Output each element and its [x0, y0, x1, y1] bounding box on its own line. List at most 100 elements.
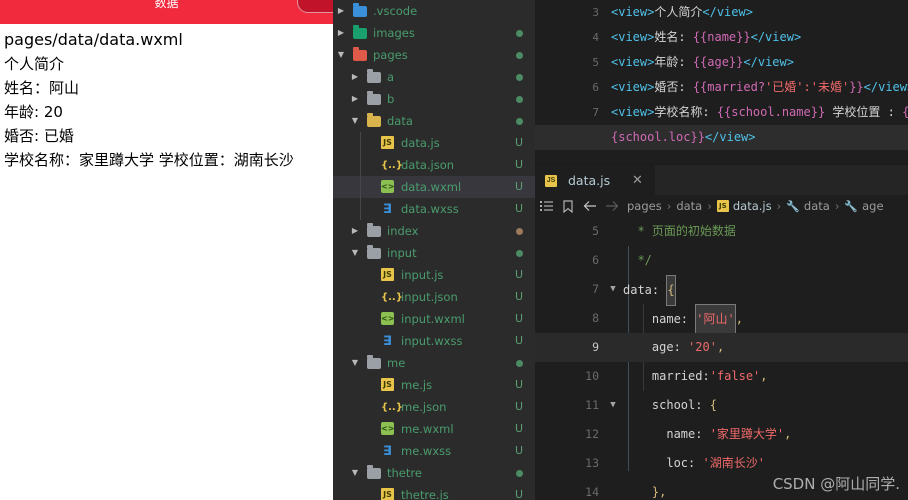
tree-item-input-js[interactable]: JS input.js U — [333, 264, 535, 286]
tree-item-b[interactable]: ▶ b — [333, 88, 535, 110]
chevron-down-icon[interactable]: ▼ — [335, 44, 347, 66]
tree-item-pages[interactable]: ▼ pages — [333, 44, 535, 66]
tree-item-me-wxss[interactable]: ∃ me.wxss U — [333, 440, 535, 462]
breadcrumb-separator: › — [776, 199, 782, 213]
tree-item-label: input.wxss — [401, 334, 463, 348]
list-icon[interactable] — [535, 195, 557, 217]
tree-item-label: data.wxss — [401, 202, 459, 216]
code-token: {{school.name}} — [716, 105, 826, 119]
tree-item-label: images — [373, 26, 415, 40]
code-token: {{name}} — [692, 30, 751, 44]
breadcrumb-item-data[interactable]: data — [676, 199, 702, 213]
tree-item-label: data.json — [401, 158, 455, 172]
tree-item-images[interactable]: ▶ images — [333, 22, 535, 44]
code-line[interactable]: 5 * 页面的初始数据 — [535, 217, 908, 246]
breadcrumb-item-data[interactable]: data — [804, 199, 830, 213]
code-line[interactable]: 11 ▼ school: { — [535, 391, 908, 420]
code-line[interactable]: 12 name: '家里蹲大学', — [535, 420, 908, 449]
tree-item-label: input — [387, 246, 417, 260]
wxml-editor-pane[interactable]: 3 <view>个人简介</view> 4 <view>姓名: {{name}}</v… — [535, 0, 908, 164]
file-explorer-tree[interactable]: ▶ .vscode ▶ images ▼ pages ▶ a ▶ b ▼ data JS data.js U… — [333, 0, 535, 500]
tree-item-data-js[interactable]: JS data.js U — [333, 132, 535, 154]
wxss-file-icon: ∃ — [383, 202, 392, 217]
chevron-down-icon[interactable]: ▼ — [349, 242, 361, 264]
preview-school-text: 学校名称：家里蹲大学 学校位置：湖南长沙 — [4, 151, 294, 169]
tree-item-input-wxml[interactable]: <> input.wxml U — [333, 308, 535, 330]
tree-item-thetre[interactable]: ▼ thetre — [333, 462, 535, 484]
tree-item-label: input.js — [401, 268, 444, 282]
js-editor-pane[interactable]: 5 * 页面的初始数据 6 */7 ▼ data: {8 name: '阿山', 9 a… — [535, 217, 908, 500]
wxml-code-lines[interactable]: 3 <view>个人简介</view> 4 <view>姓名: {{name}}</v… — [535, 0, 908, 150]
chevron-right-icon[interactable]: ▶ — [349, 66, 361, 88]
folder-icon — [367, 245, 381, 260]
tree-item-index[interactable]: ▶ index — [333, 220, 535, 242]
status-dot — [516, 30, 523, 37]
chevron-right-icon[interactable]: ▶ — [349, 220, 361, 242]
tab-data-js[interactable]: JS data.js ✕ — [535, 165, 655, 196]
tree-item-data-wxss[interactable]: ∃ data.wxss U — [333, 198, 535, 220]
code-line[interactable]: 9 age: '20', — [535, 333, 908, 362]
breadcrumb-path[interactable]: pages › data › JS data.js › 🔧 data › 🔧 age — [627, 199, 884, 213]
chevron-down-icon[interactable]: ▼ — [349, 110, 361, 132]
code-line[interactable]: {school.loc}}</view> — [535, 125, 908, 150]
tree-item-a[interactable]: ▶ a — [333, 66, 535, 88]
breadcrumb-separator: › — [834, 199, 840, 213]
back-arrow-icon[interactable] — [579, 195, 601, 217]
code-line[interactable]: 6 */ — [535, 246, 908, 275]
tree-item-data-json[interactable]: {..} data.json U — [333, 154, 535, 176]
tree-item-me-json[interactable]: {..} me.json U — [333, 396, 535, 418]
wxml-file-icon: <> — [381, 180, 395, 193]
chevron-right-icon[interactable]: ▶ — [349, 88, 361, 110]
breadcrumb-item-age[interactable]: age — [862, 199, 883, 213]
tree-item-label: data.js — [401, 136, 440, 150]
forward-arrow-icon[interactable] — [601, 195, 623, 217]
line-number: 13 — [585, 456, 599, 470]
code-token: school: — [623, 398, 710, 412]
code-token: 姓名: — [654, 30, 693, 44]
file-tree-list[interactable]: ▶ .vscode ▶ images ▼ pages ▶ a ▶ b ▼ data JS data.js U… — [333, 0, 535, 500]
chevron-right-icon[interactable]: ▶ — [335, 22, 347, 44]
bookmark-icon[interactable] — [557, 195, 579, 217]
breadcrumb-item-data-js[interactable]: data.js — [733, 199, 772, 213]
tree-item-label: .vscode — [373, 4, 418, 18]
breadcrumb[interactable]: pages › data › JS data.js › 🔧 data › 🔧 age — [535, 195, 908, 217]
tree-item-thetre-js[interactable]: JS thetre.js U — [333, 484, 535, 500]
tree-item-input-json[interactable]: {..} input.json U — [333, 286, 535, 308]
code-line[interactable]: 3 <view>个人简介</view> — [535, 0, 908, 25]
tree-item-data[interactable]: ▼ data — [333, 110, 535, 132]
tree-item-label: thetre.js — [401, 488, 449, 500]
code-line[interactable]: 7 <view>学校名称: {{school.name}} 学校位置 : { — [535, 100, 908, 125]
chevron-down-icon[interactable]: ▼ — [607, 391, 619, 420]
tree-item-data-wxml[interactable]: <> data.wxml U — [333, 176, 535, 198]
tree-item-label: input.wxml — [401, 312, 465, 326]
simulator-capsule-button[interactable] — [297, 0, 333, 13]
breadcrumb-item-pages[interactable]: pages — [627, 199, 662, 213]
code-token: 学校位置 : — [825, 105, 903, 119]
tree-item-me-js[interactable]: JS me.js U — [333, 374, 535, 396]
chevron-down-icon[interactable]: ▼ — [349, 462, 361, 484]
js-file-icon: JS — [545, 174, 557, 187]
code-line[interactable]: 10 married:'false', — [535, 362, 908, 391]
tree-item-me[interactable]: ▼ me — [333, 352, 535, 374]
preview-path-text: pages/data/data.wxml — [4, 30, 183, 49]
tree-item-input[interactable]: ▼ input — [333, 242, 535, 264]
close-icon[interactable]: ✕ — [630, 172, 645, 187]
tree-item-input-wxss[interactable]: ∃ input.wxss U — [333, 330, 535, 352]
code-token: <view> — [611, 80, 655, 94]
js-code-lines[interactable]: 5 * 页面的初始数据 6 */7 ▼ data: {8 name: '阿山', 9 a… — [535, 217, 908, 500]
code-line[interactable]: 7 ▼ data: { — [535, 275, 908, 306]
tree-item-me-wxml[interactable]: <> me.wxml U — [333, 418, 535, 440]
code-line[interactable]: 4 <view>姓名: {{name}}</view> — [535, 25, 908, 50]
code-token: */ — [623, 253, 652, 267]
code-line[interactable]: 8 name: '阿山', — [535, 304, 908, 335]
chevron-right-icon[interactable]: ▶ — [335, 0, 347, 22]
chevron-down-icon[interactable]: ▼ — [349, 352, 361, 374]
folder-data-icon — [367, 113, 381, 128]
tree-item--vscode[interactable]: ▶ .vscode — [333, 0, 535, 22]
code-token: 'false' — [709, 369, 761, 383]
code-token: {school.loc}} — [611, 130, 705, 144]
chevron-down-icon[interactable]: ▼ — [607, 275, 619, 304]
code-line[interactable]: 5 <view>年龄: {{age}}</view> — [535, 50, 908, 75]
code-line[interactable]: 6 <view>婚否: {{married?'已婚':'未婚'}}</view> — [535, 75, 908, 100]
wrench-icon: 🔧 — [844, 199, 859, 213]
